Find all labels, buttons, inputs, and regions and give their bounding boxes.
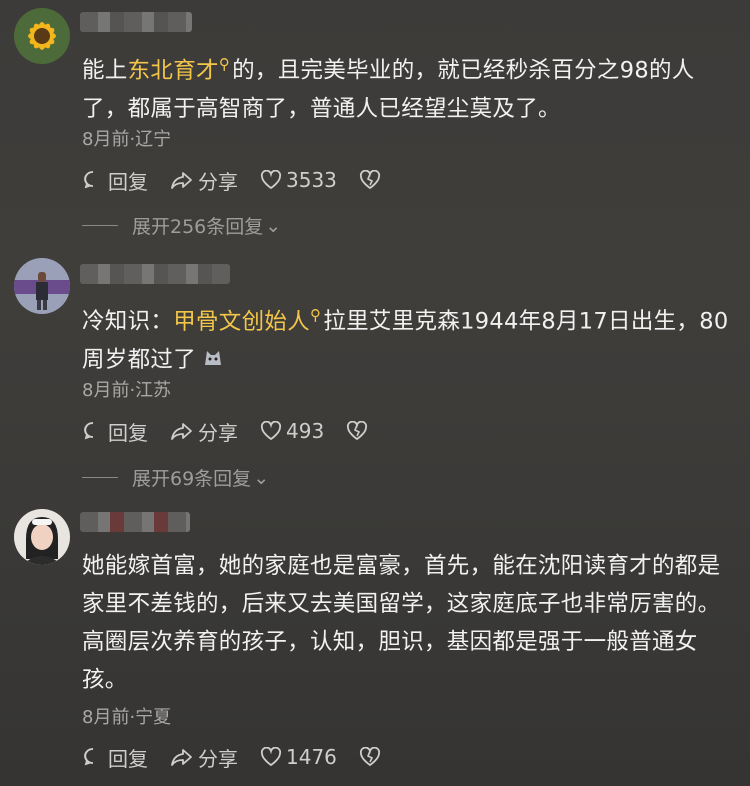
like-button[interactable]: 3533 [260,168,337,192]
share-button[interactable]: 分享 [170,417,238,446]
comment-text: 她能嫁首富，她的家庭也是富豪，首先，能在沈阳读育才的都是家里不差钱的，后来又去美… [82,553,721,693]
broken-heart-icon [359,747,380,767]
reply-button[interactable]: 回复 [82,743,148,772]
comment-actions: 回复 分享 3533 [82,166,407,194]
dislike-button[interactable] [359,170,385,190]
reply-button[interactable]: 回复 [82,166,148,195]
username-blurred[interactable] [80,12,192,32]
reply-icon [84,171,94,189]
heart-icon [260,170,282,190]
like-button[interactable]: 1476 [260,745,337,769]
reply-button[interactable]: 回复 [82,417,148,446]
comment-meta: 8月前·江苏 [82,380,172,401]
comment-text: 能上东北育才⚲的，且完美毕业的，就已经秒杀百分之98的人了，都属于高智商了，普通… [82,55,695,122]
broken-heart-icon [347,421,368,441]
expand-replies[interactable]: 展开69条回复 ⌄ [82,464,269,491]
dislike-button[interactable] [346,421,372,441]
share-icon [171,749,192,766]
expand-replies[interactable]: 展开256条回复 ⌄ [82,212,281,239]
share-button[interactable]: 分享 [170,743,238,772]
chevron-down-icon: ⌄ [253,466,270,489]
keyword-link[interactable]: 东北育才⚲ [128,55,233,84]
chevron-down-icon: ⌄ [265,214,282,237]
comment-meta: 8月前·宁夏 [82,707,172,728]
comment-meta: 8月前·辽宁 [82,129,172,150]
search-icon: ⚲ [310,306,322,324]
reply-icon [84,748,94,766]
username-blurred[interactable] [80,512,190,532]
divider [82,225,118,226]
share-button[interactable]: 分享 [170,166,238,195]
avatar[interactable] [14,8,70,64]
share-icon [171,423,192,440]
like-button[interactable]: 493 [260,419,324,443]
heart-icon [260,421,282,441]
divider [82,477,118,478]
username-blurred[interactable] [80,264,230,284]
keyword-link[interactable]: 甲骨文创始人⚲ [173,306,323,335]
comment-text: 冷知识：甲骨文创始人⚲拉里艾里克森1944年8月17日出生，80周岁都过了 [82,296,737,379]
emoji-icon [202,341,224,379]
search-icon: ⚲ [218,55,231,73]
comment-actions: 回复 分享 493 [82,417,394,445]
avatar[interactable] [14,258,70,314]
dislike-button[interactable] [359,747,385,767]
reply-icon [84,422,94,440]
avatar[interactable] [14,509,70,565]
broken-heart-icon [359,170,380,190]
heart-icon [260,747,282,767]
share-icon [171,172,192,189]
comment-actions: 回复 分享 1476 [82,743,407,771]
